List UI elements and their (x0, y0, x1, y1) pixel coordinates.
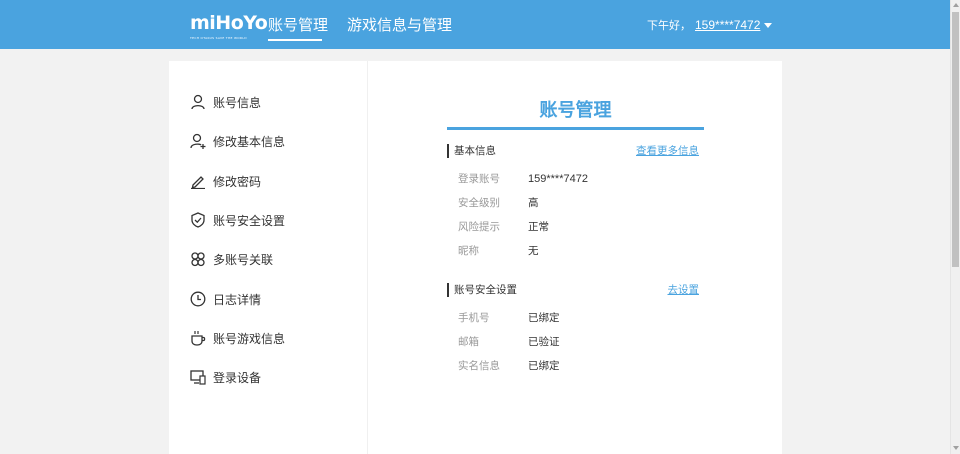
row-label: 手机号 (458, 312, 490, 324)
scrollbar-thumb[interactable] (952, 12, 959, 267)
user-menu-link[interactable]: 159****7472 (695, 18, 760, 32)
devices-icon (190, 369, 206, 385)
row-label: 安全级别 (458, 197, 500, 209)
section-title-basic-info: 基本信息 (447, 144, 496, 158)
greeting-text: 下午好， (647, 19, 691, 32)
sidebar-item-label: 账号安全设置 (213, 213, 286, 228)
sidebar-item-change-password[interactable]: 修改密码 (190, 171, 261, 191)
title-underline (447, 127, 704, 130)
page-title: 账号管理 (539, 100, 612, 121)
sidebar-item-label: 多账号关联 (213, 252, 274, 267)
row-label: 实名信息 (458, 360, 500, 372)
row-label: 昵称 (458, 245, 479, 257)
row-label: 风险提示 (458, 221, 500, 233)
cup-icon (190, 330, 206, 346)
sidebar-item-log-details[interactable]: 日志详情 (190, 289, 261, 309)
shield-check-icon (190, 212, 206, 228)
sidebar-item-label: 修改基本信息 (213, 134, 286, 149)
view-more-info-link[interactable]: 查看更多信息 (636, 144, 699, 158)
user-greeting: 下午好， 159****7472 (647, 18, 773, 33)
main-content: 账号管理 基本信息 查看更多信息 登录账号 159****7472 安全级别 高… (447, 61, 704, 454)
row-value: 已绑定 (528, 360, 560, 372)
tab-account-management[interactable]: 账号管理 (268, 14, 328, 36)
active-tab-indicator (268, 39, 322, 41)
sidebar-item-login-devices[interactable]: 登录设备 (190, 367, 261, 387)
row-value: 159****7472 (528, 173, 588, 185)
caret-down-icon[interactable] (764, 23, 773, 28)
sidebar-item-edit-basic-info[interactable]: 修改基本信息 (190, 131, 285, 151)
row-value: 已绑定 (528, 312, 560, 324)
mihoyo-logo[interactable]: miHoYo TECH OTAKUS SAVE THE WORLD (190, 12, 268, 42)
sidebar-item-label: 日志详情 (213, 292, 262, 307)
row-label: 登录账号 (458, 173, 500, 185)
section-title-security: 账号安全设置 (447, 283, 517, 297)
logo-text: miHoYo (190, 12, 268, 34)
row-value: 已验证 (528, 336, 560, 348)
account-card: 账号信息 修改基本信息 修改密码 账号安全设置 多账号关联 日志详情 账号游戏信… (169, 61, 782, 454)
sidebar-item-label: 账号信息 (213, 95, 262, 110)
pencil-icon (190, 173, 206, 189)
go-settings-link[interactable]: 去设置 (668, 283, 700, 297)
sidebar-item-label: 登录设备 (213, 370, 262, 385)
user-icon (190, 94, 206, 110)
clock-icon (190, 291, 206, 307)
row-value: 高 (528, 197, 539, 209)
multi-account-icon (190, 251, 206, 267)
sidebar-item-account-info[interactable]: 账号信息 (190, 92, 261, 112)
row-value: 无 (528, 245, 539, 257)
scroll-up-arrow-icon[interactable] (953, 3, 959, 7)
sidebar-item-multi-account[interactable]: 多账号关联 (190, 249, 273, 269)
sidebar-item-security-settings[interactable]: 账号安全设置 (190, 210, 285, 230)
row-label: 邮箱 (458, 336, 479, 348)
page-scrollbar[interactable] (950, 0, 960, 454)
sidebar: 账号信息 修改基本信息 修改密码 账号安全设置 多账号关联 日志详情 账号游戏信… (169, 61, 368, 454)
sidebar-item-label: 修改密码 (213, 174, 262, 189)
sidebar-item-label: 账号游戏信息 (213, 331, 286, 346)
sidebar-item-game-info[interactable]: 账号游戏信息 (190, 328, 285, 348)
row-value: 正常 (528, 221, 549, 233)
top-nav-bar: miHoYo TECH OTAKUS SAVE THE WORLD 账号管理 游… (0, 0, 950, 49)
user-edit-icon (190, 133, 206, 149)
scroll-down-arrow-icon[interactable] (953, 446, 959, 450)
logo-tagline: TECH OTAKUS SAVE THE WORLD (190, 36, 247, 40)
tab-game-info[interactable]: 游戏信息与管理 (347, 14, 452, 36)
